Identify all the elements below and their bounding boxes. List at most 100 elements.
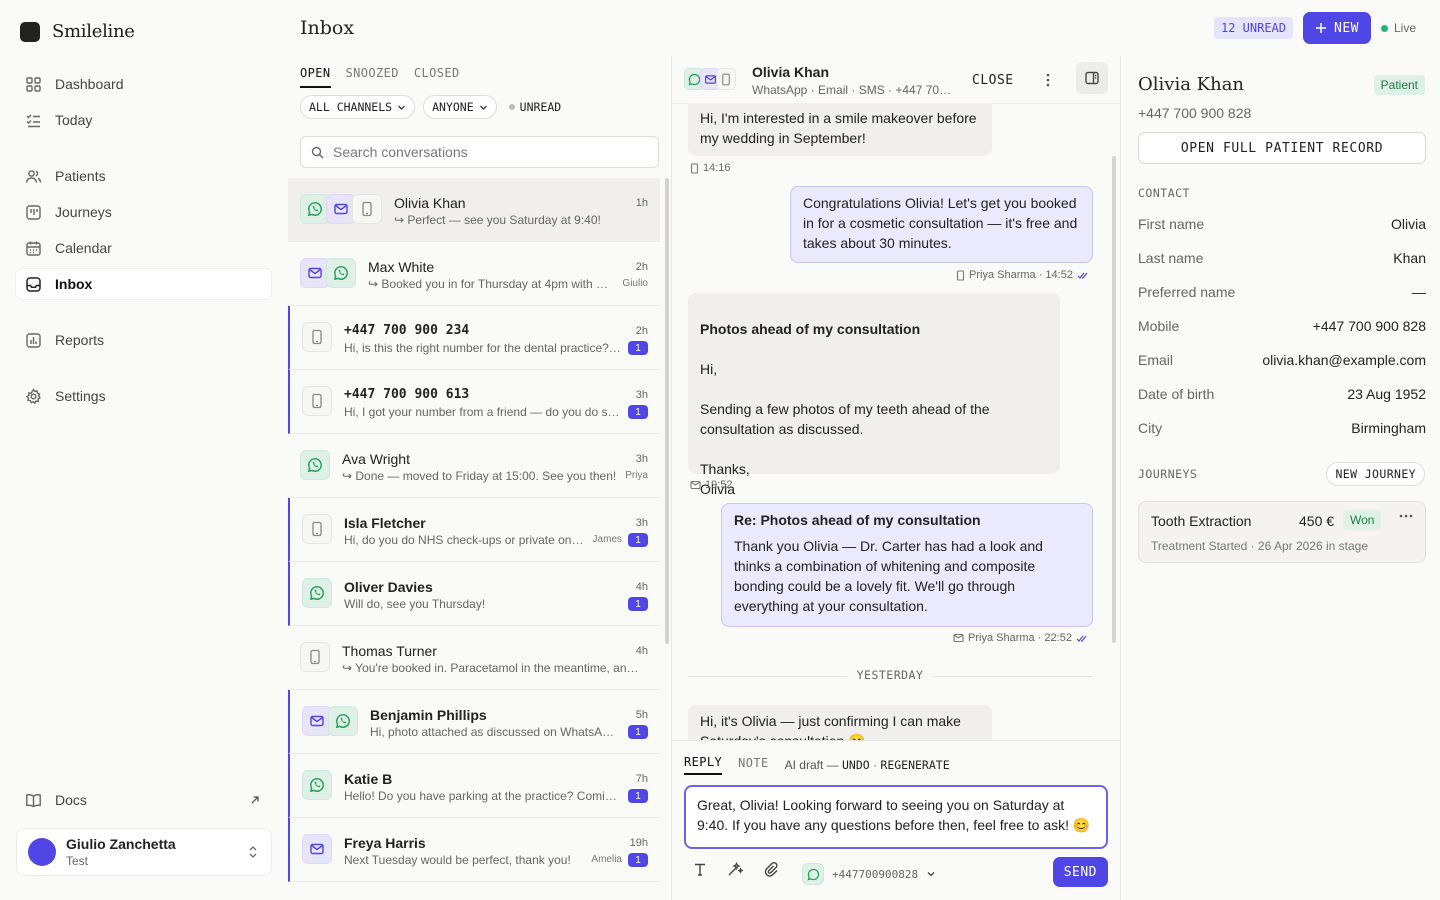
text-format-icon[interactable] — [692, 861, 708, 877]
message-sender-time: Priya Sharma · 14:52 — [969, 269, 1073, 281]
unread-filter-toggle[interactable]: UNREAD — [505, 95, 570, 119]
conversation-time: 3h — [635, 453, 648, 465]
conversation-preview: Hi, photo attached as discussed on Whats… — [370, 725, 620, 739]
field-email: Email olivia.khan@example.com — [1138, 352, 1426, 372]
field-label: City — [1138, 420, 1163, 436]
nav-inbox-label: Inbox — [55, 276, 93, 292]
field-last-name: Last name Khan — [1138, 250, 1426, 270]
field-value[interactable]: Birmingham — [1351, 420, 1426, 440]
nav-patients[interactable]: Patients — [16, 161, 271, 191]
tab-note[interactable]: NOTE — [738, 756, 769, 774]
conversation-row-447700900234[interactable]: +447 700 900 234 Hi, is this the right n… — [288, 306, 660, 370]
thread-scrollbar[interactable] — [1112, 156, 1116, 643]
brand[interactable]: Smileline — [20, 21, 135, 42]
conversation-row-ava-wright[interactable]: Ava Wright ↪ Done — moved to Friday at 1… — [288, 434, 660, 498]
nav-dashboard[interactable]: Dashboard — [16, 69, 271, 99]
nav-calendar[interactable]: Calendar — [16, 233, 271, 263]
date-divider: YESTERDAY — [688, 668, 1092, 684]
conversation-time: 3h — [635, 517, 648, 529]
channel-filter[interactable]: ALL CHANNELS — [300, 95, 416, 119]
live-status: Live — [1380, 21, 1416, 35]
conversation-row-isla-fletcher[interactable]: Isla Fletcher Hi, do you do NHS check-up… — [288, 498, 660, 562]
send-button[interactable]: SEND — [1052, 857, 1108, 887]
email-icon — [302, 834, 332, 864]
field-label: Email — [1138, 352, 1174, 368]
channel-icons — [302, 578, 332, 608]
new-button-label: NEW — [1334, 20, 1359, 36]
whatsapp-icon — [328, 706, 358, 736]
field-value[interactable]: +447 700 900 828 — [1313, 318, 1426, 338]
tab-reply[interactable]: REPLY — [684, 755, 723, 775]
whatsapp-icon — [302, 578, 332, 608]
nav-settings[interactable]: Settings — [16, 381, 271, 411]
reply-textarea[interactable]: Great, Olivia! Looking forward to seeing… — [684, 785, 1108, 849]
nav-docs[interactable]: Docs — [16, 785, 271, 815]
unread-badge: 1 — [628, 597, 648, 611]
journey-card[interactable]: Tooth Extraction 450 € Won Treatment Sta… — [1138, 501, 1426, 563]
conversation-row-max-white[interactable]: Max White ↪ Booked you in for Thursday a… — [288, 242, 660, 306]
conversation-row-oliver-davies[interactable]: Oliver Davies Will do, see you Thursday!… — [288, 562, 660, 626]
more-vertical-icon[interactable] — [1045, 72, 1051, 88]
users-icon — [25, 169, 42, 183]
nav-reports[interactable]: Reports — [16, 325, 271, 355]
channel-icons — [300, 450, 330, 480]
field-value[interactable]: 23 Aug 1952 — [1347, 386, 1426, 406]
send-channel-selector[interactable]: +447700900828 — [802, 863, 936, 885]
open-patient-record-button[interactable]: OPEN FULL PATIENT RECORD — [1138, 132, 1426, 164]
unread-badge: 1 — [628, 853, 648, 867]
smileline-logo-icon — [20, 21, 40, 42]
ai-sparkle-icon[interactable] — [727, 861, 744, 877]
conversation-preview: Hi, I got your number from a friend — do… — [344, 405, 622, 419]
new-conversation-button[interactable]: NEW — [1303, 12, 1371, 44]
conversation-time: 4h — [635, 645, 648, 657]
nav-journeys[interactable]: Journeys — [16, 197, 271, 227]
sms-icon — [302, 322, 332, 352]
field-label: Preferred name — [1138, 284, 1236, 300]
regenerate-ai-draft-button[interactable]: REGENERATE — [880, 758, 949, 772]
nav-settings-label: Settings — [55, 388, 106, 404]
user-switcher[interactable]: Giulio Zanchetta Test — [16, 828, 272, 876]
toggle-details-panel-button[interactable] — [1076, 62, 1108, 94]
tab-open[interactable]: OPEN — [300, 66, 331, 88]
conversation-name: Ava Wright — [342, 451, 410, 467]
tab-closed[interactable]: CLOSED — [414, 66, 460, 88]
email-icon — [953, 633, 964, 643]
undo-ai-draft-button[interactable]: UNDO — [842, 758, 870, 772]
field-label: Mobile — [1138, 318, 1180, 334]
conversation-assignee: Priya — [625, 470, 648, 481]
sms-icon — [302, 386, 332, 416]
channel-icons — [302, 834, 332, 864]
field-value[interactable]: — — [1412, 284, 1426, 304]
new-journey-button[interactable]: NEW JOURNEY — [1326, 462, 1425, 486]
assignee-filter[interactable]: ANYONE — [423, 95, 497, 119]
conversation-row-447700900613[interactable]: +447 700 900 613 Hi, I got your number f… — [288, 370, 660, 434]
channel-icons — [302, 770, 332, 800]
nav-inbox[interactable]: Inbox — [16, 269, 271, 299]
close-conversation-button[interactable]: CLOSE — [972, 73, 1014, 88]
whatsapp-icon — [326, 258, 356, 288]
conversation-time: 2h — [635, 325, 648, 337]
field-value[interactable]: Olivia — [1391, 216, 1426, 236]
chevron-down-icon — [479, 105, 487, 110]
inbox-icon — [26, 276, 41, 292]
conversation-row-katie-b[interactable]: Katie B Hello! Do you have parking at th… — [288, 754, 660, 818]
more-horizontal-icon[interactable] — [1399, 514, 1413, 518]
conversation-row-benjamin-phillips[interactable]: Benjamin Phillips Hi, photo attached as … — [288, 690, 660, 754]
conversation-row-thomas-turner[interactable]: Thomas Turner ↪ You're booked in. Parace… — [288, 626, 660, 690]
conversation-row-olivia-khan[interactable]: Olivia Khan ↪ Perfect — see you Saturday… — [288, 178, 660, 242]
patient-status-badge: Patient — [1373, 75, 1425, 95]
nav-today[interactable]: Today — [16, 105, 271, 135]
conversation-row-freya-harris[interactable]: Freya Harris Next Tuesday would be perfe… — [288, 818, 660, 882]
paperclip-icon[interactable] — [763, 861, 779, 877]
thread-contact-name: Olivia Khan — [752, 64, 830, 80]
conversation-name: Max White — [368, 259, 435, 275]
field-value[interactable]: Khan — [1393, 250, 1426, 270]
chevron-down-icon — [398, 105, 406, 110]
list-scrollbar[interactable] — [665, 178, 669, 644]
field-value[interactable]: olivia.khan@example.com — [1262, 352, 1426, 372]
channel-filter-label: ALL CHANNELS — [309, 100, 393, 114]
ai-draft-separator: · — [873, 758, 878, 772]
chevron-up-down-icon — [249, 846, 257, 858]
search-input[interactable] — [333, 144, 633, 160]
tab-snoozed[interactable]: SNOOZED — [346, 66, 399, 88]
